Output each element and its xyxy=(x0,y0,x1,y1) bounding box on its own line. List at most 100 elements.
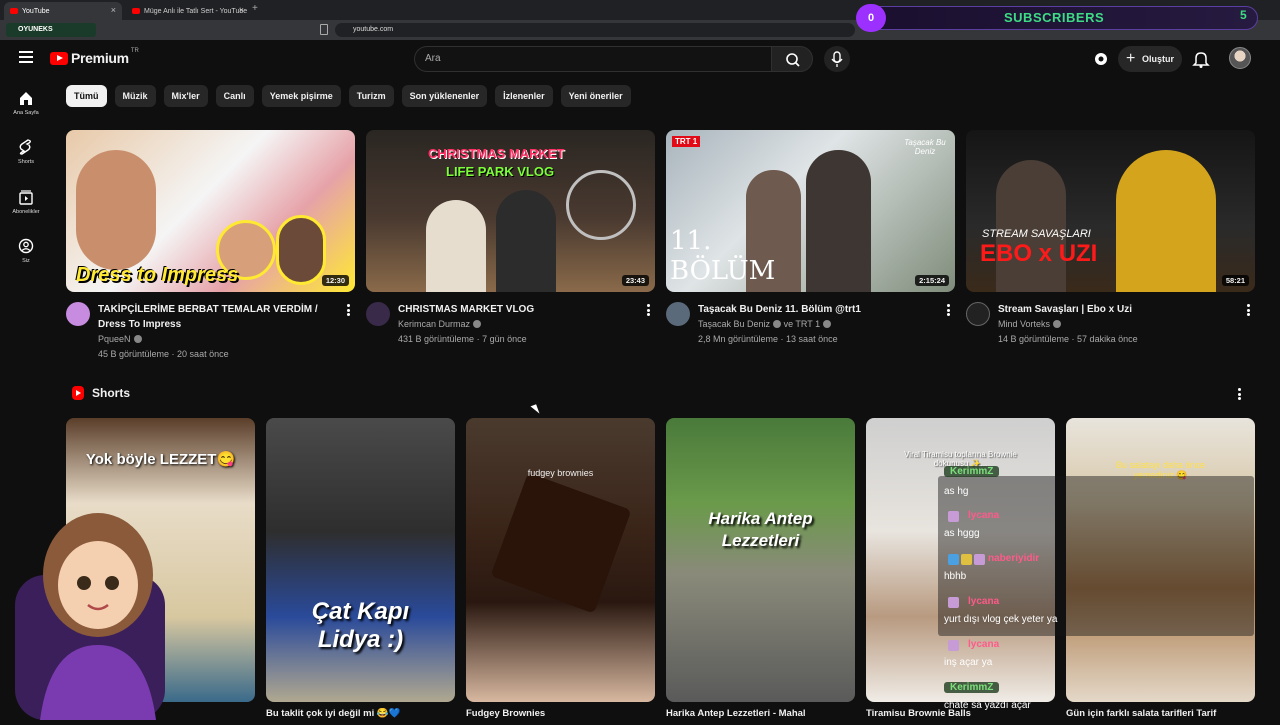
short-card[interactable]: Harika Antep Lezzetleri xyxy=(666,418,855,702)
more-options-icon[interactable] xyxy=(947,304,951,316)
sidebar-item-you[interactable]: Siz xyxy=(6,238,46,264)
thumbnail-figure xyxy=(276,215,326,285)
chat-username: lycana xyxy=(944,596,999,608)
video-title[interactable]: Taşacak Bu Deniz 11. Bölüm @trt1 xyxy=(698,302,938,317)
short-card[interactable]: Çat Kapı Lidya :) xyxy=(266,418,455,702)
channel-name[interactable]: Kerimcan Durmaz xyxy=(398,317,482,332)
video-title[interactable]: CHRISTMAS MARKET VLOG xyxy=(398,302,638,317)
short-card[interactable]: fudgey brownies xyxy=(466,418,655,702)
country-code: TR xyxy=(130,48,139,54)
search-icon xyxy=(786,53,800,67)
video-thumbnail[interactable]: Dress to Impress 12:30 xyxy=(66,130,355,292)
chip-new-to-you[interactable]: Yeni öneriler xyxy=(560,85,631,107)
video-card[interactable]: Dress to Impress 12:30 TAKİPÇİLERİME BER… xyxy=(66,130,355,359)
thumbnail-figure xyxy=(1116,150,1216,292)
chat-message: inş açar ya xyxy=(944,657,993,668)
thumbnail-figure xyxy=(806,150,871,292)
chip-music[interactable]: Müzik xyxy=(114,85,156,107)
chip-tourism[interactable]: Turizm xyxy=(348,85,394,107)
short-caption: Çat Kapı Lidya :) xyxy=(311,598,410,653)
browser-tab-youtube[interactable]: YouTube × xyxy=(4,2,122,20)
channel-avatar[interactable] xyxy=(966,302,990,326)
chat-message: as hg xyxy=(944,486,969,497)
more-options-icon[interactable] xyxy=(1238,388,1242,402)
video-card[interactable]: TRT 1 Taşacak Bu Deniz 11. BÖLÜM 2:15:24… xyxy=(666,130,955,344)
more-options-icon[interactable] xyxy=(347,304,351,316)
short-title[interactable]: Fudgey Brownies xyxy=(466,708,655,719)
streamer-avatar-overlay xyxy=(10,505,180,720)
video-card[interactable]: STREAM SAVAŞLARI EBO x UZI 58:21 Stream … xyxy=(966,130,1255,344)
chat-username: lycana xyxy=(944,639,1000,651)
upload-age: 7 gün önce xyxy=(482,334,527,344)
video-stats: 45 B görüntüleme · 20 saat önce xyxy=(98,349,229,359)
view-count: 431 B görüntüleme xyxy=(398,334,475,344)
video-title[interactable]: TAKİPÇİLERİME BERBAT TEMALAR VERDİM / Dr… xyxy=(98,302,338,332)
browser-tab-muge[interactable]: Müge Anlı ile Tatlı Sert - YouTube × xyxy=(126,2,250,20)
view-count: 2,8 Mn görüntüleme xyxy=(698,334,779,344)
thumbnail-subtext: LIFE PARK VLOG xyxy=(446,164,555,179)
video-title[interactable]: Stream Savaşları | Ebo x Uzi xyxy=(998,302,1238,317)
upload-age: 13 saat önce xyxy=(786,334,838,344)
chip-live[interactable]: Canlı xyxy=(215,85,254,107)
close-icon[interactable]: × xyxy=(111,5,116,15)
channel-name-text: Mind Vorteks xyxy=(998,319,1051,329)
verified-icon xyxy=(773,320,782,328)
channel-avatar[interactable] xyxy=(666,302,690,326)
chip-watched[interactable]: İzlenenler xyxy=(495,85,553,107)
channel-name[interactable]: Taşacak Bu Deniz ve TRT 1 xyxy=(698,317,832,332)
chip-recently-uploaded[interactable]: Son yüklenenler xyxy=(401,85,488,107)
bookmark-icon[interactable] xyxy=(320,24,328,35)
sidebar-item-subscriptions[interactable]: Abonelikler xyxy=(6,189,46,215)
short-title[interactable]: Gün için farklı salata tarifleri Tarif xyxy=(1066,708,1255,719)
video-duration: 12:30 xyxy=(321,275,349,286)
sidebar-item-home[interactable]: Ana Sayfa xyxy=(6,90,46,116)
chip-cooking[interactable]: Yemek pişirme xyxy=(261,85,341,107)
youtube-play-icon xyxy=(50,51,68,65)
thumbnail-text: CHRISTMAS MARKET xyxy=(428,146,565,161)
channel-name[interactable]: Mind Vorteks xyxy=(998,317,1062,332)
notifications-button[interactable] xyxy=(1192,49,1210,69)
channel-avatar[interactable] xyxy=(66,302,90,326)
cast-button[interactable] xyxy=(1092,49,1110,69)
avatar[interactable] xyxy=(1229,47,1251,69)
chat-username-text: lycana xyxy=(968,510,1000,521)
avatar-illustration xyxy=(15,513,165,720)
voice-search-button[interactable] xyxy=(824,46,850,72)
more-options-icon[interactable] xyxy=(647,304,651,316)
shorts-section-header: Shorts xyxy=(72,386,130,400)
video-thumbnail[interactable]: STREAM SAVAŞLARI EBO x UZI 58:21 xyxy=(966,130,1255,292)
close-icon[interactable]: × xyxy=(239,5,244,15)
chip-all[interactable]: Tümü xyxy=(66,85,107,107)
sidebar-item-label: Abonelikler xyxy=(12,209,40,215)
more-options-icon[interactable] xyxy=(1247,304,1251,316)
short-title[interactable]: Bu taklit çok iyi değil mi 😂💙 xyxy=(266,708,455,719)
menu-icon[interactable] xyxy=(16,48,36,68)
search-button[interactable] xyxy=(771,46,813,72)
new-tab-button[interactable]: + xyxy=(252,3,258,14)
url-field[interactable]: youtube.com xyxy=(335,23,855,37)
thumbnail-text: STREAM SAVAŞLARI xyxy=(982,228,1091,240)
search-input[interactable]: Ara xyxy=(414,46,771,72)
youtube-favicon-icon xyxy=(10,8,18,14)
video-thumbnail[interactable]: CHRISTMAS MARKET LIFE PARK VLOG 23:43 xyxy=(366,130,655,292)
video-card[interactable]: CHRISTMAS MARKET LIFE PARK VLOG 23:43 CH… xyxy=(366,130,655,344)
section-title: Shorts xyxy=(92,386,131,400)
chip-mixes[interactable]: Mix'ler xyxy=(163,85,208,107)
channel-extra: ve TRT 1 xyxy=(783,319,821,329)
ferris-wheel xyxy=(566,170,636,240)
bell-icon xyxy=(1192,52,1210,68)
sidebar-item-shorts[interactable]: Shorts xyxy=(6,139,46,165)
video-duration: 23:43 xyxy=(621,275,649,286)
logo-text: Premium xyxy=(71,50,129,66)
channel-name[interactable]: PqueeN xyxy=(98,332,142,347)
home-icon xyxy=(20,92,32,105)
video-thumbnail[interactable]: TRT 1 Taşacak Bu Deniz 11. BÖLÜM 2:15:24 xyxy=(666,130,955,292)
chat-message: hbhb xyxy=(944,571,967,582)
youtube-premium-logo[interactable]: Premium TR xyxy=(50,48,139,66)
chat-username-text: naberiyidir xyxy=(988,553,1040,564)
view-count: 45 B görüntüleme xyxy=(98,349,170,359)
create-button[interactable]: + Oluştur xyxy=(1118,46,1182,72)
channel-avatar[interactable] xyxy=(366,302,390,326)
chat-username-text: lycana xyxy=(968,639,1000,650)
short-title[interactable]: Harika Antep Lezzetleri - Mahal xyxy=(666,708,855,719)
